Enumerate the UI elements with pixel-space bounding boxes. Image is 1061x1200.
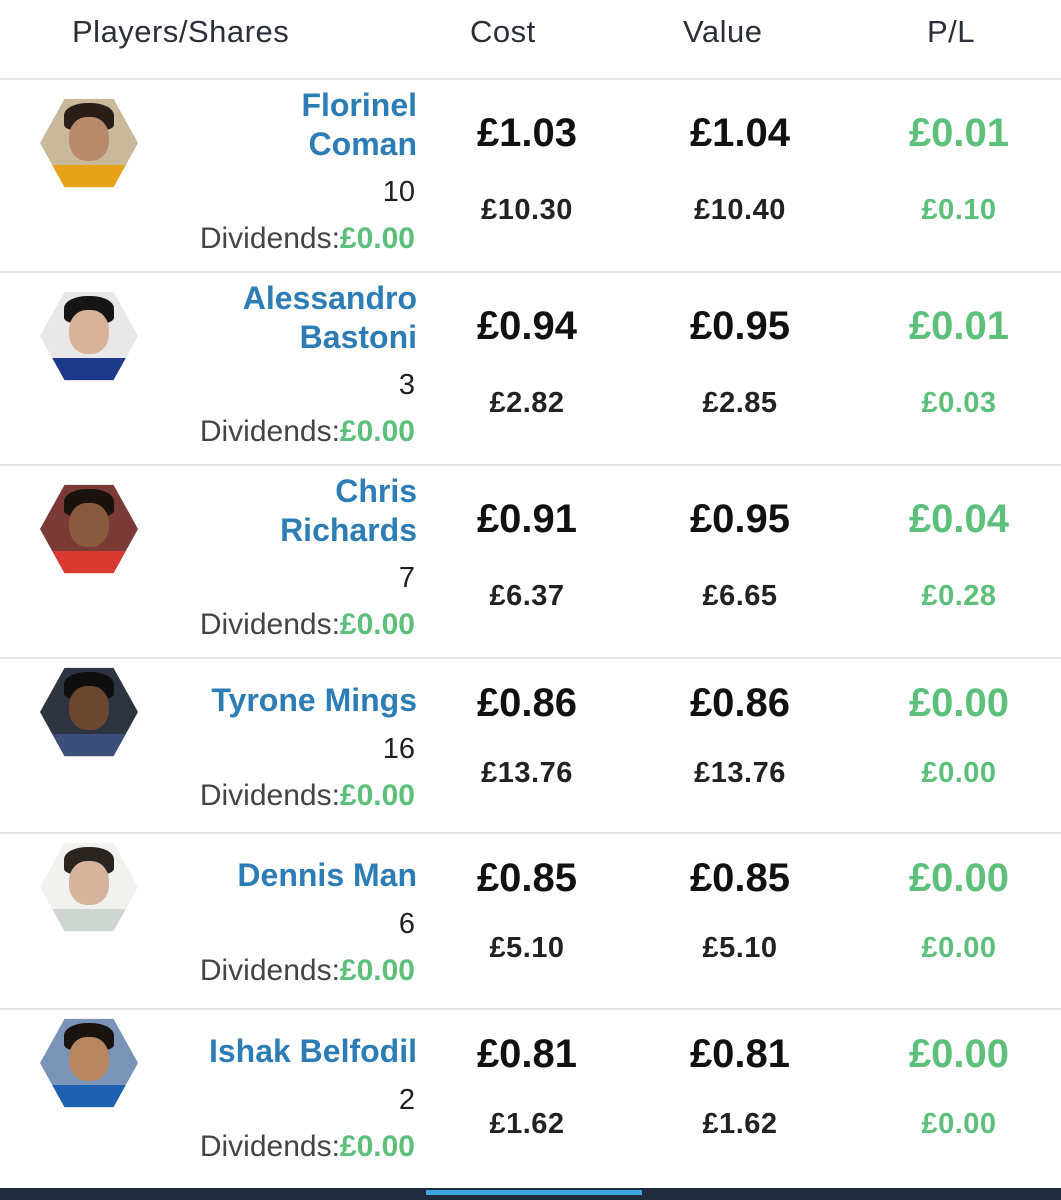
pl-per-share: £0.00 bbox=[908, 681, 1010, 725]
value-per-share: £0.85 bbox=[689, 856, 791, 900]
value-total: £2.85 bbox=[702, 387, 778, 419]
value-per-share: £0.86 bbox=[689, 681, 791, 725]
pl-total: £0.00 bbox=[921, 757, 997, 789]
cost-total: £2.82 bbox=[489, 387, 565, 419]
dividends: Dividends:£0.00 bbox=[199, 608, 415, 641]
cost-per-share: £0.85 bbox=[476, 856, 578, 900]
cost-total: £10.30 bbox=[481, 194, 573, 226]
table-row[interactable]: Chris Richards 7 Dividends:£0.00 £0.91 £6… bbox=[0, 466, 1061, 659]
player-name[interactable]: Alessandro Bastoni bbox=[117, 279, 417, 357]
player-name[interactable]: Florinel Coman bbox=[117, 86, 417, 164]
cost-total: £13.76 bbox=[481, 757, 573, 789]
dividends: Dividends:£0.00 bbox=[199, 779, 415, 812]
dividends: Dividends:£0.00 bbox=[199, 415, 415, 448]
value-per-share: £1.04 bbox=[689, 111, 791, 155]
pl-per-share: £0.01 bbox=[908, 304, 1010, 348]
value-total: £6.65 bbox=[702, 580, 778, 612]
dividends: Dividends:£0.00 bbox=[199, 1130, 415, 1163]
cost-total: £6.37 bbox=[489, 580, 565, 612]
pl-per-share: £0.00 bbox=[908, 1032, 1010, 1076]
active-tab-indicator bbox=[426, 1190, 642, 1195]
value-total: £1.62 bbox=[702, 1108, 778, 1140]
cost-per-share: £1.03 bbox=[476, 111, 578, 155]
dividends: Dividends:£0.00 bbox=[199, 954, 415, 987]
pl-per-share: £0.00 bbox=[908, 856, 1010, 900]
cost-per-share: £0.91 bbox=[476, 497, 578, 541]
dividends: Dividends:£0.00 bbox=[199, 222, 415, 255]
pl-total: £0.00 bbox=[921, 1108, 997, 1140]
pl-total: £0.00 bbox=[921, 932, 997, 964]
value-total: £10.40 bbox=[694, 194, 786, 226]
pl-total: £0.03 bbox=[921, 387, 997, 419]
table-row[interactable]: Alessandro Bastoni 3 Dividends:£0.00 £0.9… bbox=[0, 273, 1061, 466]
pl-total: £0.10 bbox=[921, 194, 997, 226]
table-row[interactable]: Dennis Man 6 Dividends:£0.00 £0.85 £5.10… bbox=[0, 834, 1061, 1010]
value-total: £13.76 bbox=[694, 757, 786, 789]
share-count: 10 bbox=[382, 176, 415, 208]
share-count: 3 bbox=[398, 369, 415, 401]
value-per-share: £0.95 bbox=[689, 497, 791, 541]
player-name[interactable]: Dennis Man bbox=[117, 856, 417, 895]
table-row[interactable]: Florinel Coman 10 Dividends:£0.00 £1.03 £… bbox=[0, 80, 1061, 273]
share-count: 7 bbox=[398, 562, 415, 594]
header-cost: Cost bbox=[470, 14, 536, 49]
cost-per-share: £0.94 bbox=[476, 304, 578, 348]
pl-per-share: £0.01 bbox=[908, 111, 1010, 155]
header-value: Value bbox=[683, 14, 763, 49]
value-total: £5.10 bbox=[702, 932, 778, 964]
share-count: 16 bbox=[382, 733, 415, 765]
pl-total: £0.28 bbox=[921, 580, 997, 612]
header-players-shares: Players/Shares bbox=[72, 14, 290, 49]
table-row[interactable]: Ishak Belfodil 2 Dividends:£0.00 £0.81 £… bbox=[0, 1010, 1061, 1188]
pl-per-share: £0.04 bbox=[908, 497, 1010, 541]
header-pl: P/L bbox=[927, 14, 976, 49]
cost-total: £1.62 bbox=[489, 1108, 565, 1140]
table-row[interactable]: Tyrone Mings 16 Dividends:£0.00 £0.86 £1… bbox=[0, 659, 1061, 834]
table-header: Players/Shares Cost Value P/L bbox=[0, 0, 1061, 80]
cost-per-share: £0.86 bbox=[476, 681, 578, 725]
player-name[interactable]: Ishak Belfodil bbox=[117, 1032, 417, 1071]
share-count: 2 bbox=[398, 1084, 415, 1116]
bottom-nav-bar bbox=[0, 1188, 1061, 1200]
cost-total: £5.10 bbox=[489, 932, 565, 964]
value-per-share: £0.81 bbox=[689, 1032, 791, 1076]
cost-per-share: £0.81 bbox=[476, 1032, 578, 1076]
player-name[interactable]: Chris Richards bbox=[117, 472, 417, 550]
value-per-share: £0.95 bbox=[689, 304, 791, 348]
player-name[interactable]: Tyrone Mings bbox=[117, 681, 417, 720]
share-count: 6 bbox=[398, 908, 415, 940]
